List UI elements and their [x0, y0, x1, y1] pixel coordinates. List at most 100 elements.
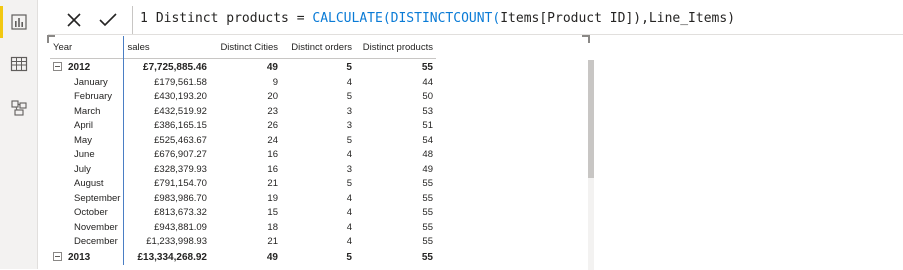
distinct-cities-cell: 49 — [266, 251, 278, 263]
distinct-products-cell: 55 — [421, 61, 433, 73]
report-view-button[interactable] — [0, 4, 37, 40]
distinct-cities-cell: 16 — [209, 147, 281, 162]
commit-formula-button[interactable] — [94, 6, 122, 34]
year-label: 2013 — [50, 249, 125, 265]
column-header-distinct-orders[interactable]: Distinct orders — [281, 36, 355, 59]
visual-corner-handle[interactable] — [582, 35, 590, 43]
collapse-icon[interactable] — [53, 62, 62, 72]
distinct-products-cell: 44 — [422, 76, 433, 88]
matrix-visual[interactable]: Year sales Distinct Cities Distinct orde… — [47, 35, 596, 270]
distinct-orders-cell: 5 — [346, 134, 352, 146]
sales-cell: £1,233,998.93 — [123, 234, 210, 249]
distinct-products-cell: 55 — [422, 221, 433, 233]
distinct-cities-cell: 21 — [209, 234, 281, 249]
sales-cell: £7,725,885.46 — [143, 61, 207, 73]
collapse-icon[interactable] — [53, 252, 62, 262]
distinct-products-cell: 48 — [354, 147, 436, 162]
distinct-cities-cell: 21 — [209, 176, 281, 191]
table-row[interactable]: November £943,881.09 18 4 55 — [50, 220, 436, 235]
sales-cell: £386,165.15 — [123, 118, 210, 133]
table-row[interactable]: July £328,379.93 16 3 49 — [50, 162, 436, 177]
formula-separator — [132, 6, 133, 34]
distinct-cities-cell: 23 — [267, 105, 278, 117]
table-row[interactable]: April £386,165.15 26 3 51 — [50, 118, 436, 133]
distinct-products-cell: 55 — [422, 192, 433, 204]
distinct-products-cell: 54 — [422, 134, 433, 146]
distinct-products-cell: 50 — [354, 89, 436, 104]
distinct-orders-cell: 5 — [346, 61, 352, 73]
distinct-orders-cell: 5 — [346, 251, 352, 263]
distinct-products-cell: 55 — [354, 234, 436, 249]
table-total-row[interactable]: 2013 £13,334,268.92 49 5 55 — [50, 249, 436, 265]
close-icon — [67, 13, 81, 27]
formula-bar: 1 Distinct products = CALCULATE(DISTINCTC… — [48, 6, 903, 35]
distinct-cities-cell: 16 — [267, 163, 278, 175]
month-label: February — [50, 89, 125, 104]
column-header-distinct-products[interactable]: Distinct products — [355, 36, 436, 59]
sales-cell: £983,986.70 — [154, 192, 207, 204]
vertical-scrollbar[interactable] — [588, 60, 594, 270]
year-label: 2012 — [50, 58, 125, 75]
table-body: 2012 £7,725,885.46 49 5 55 January £179,561.58… — [50, 58, 436, 265]
distinct-cities-cell: 26 — [209, 118, 281, 133]
month-label: April — [50, 118, 125, 133]
distinct-orders-cell: 5 — [280, 176, 355, 191]
table-row[interactable]: February £430,193.20 20 5 50 — [50, 89, 436, 104]
month-label: May — [50, 133, 125, 148]
month-label: July — [50, 162, 125, 177]
table-row[interactable]: October £813,673.32 15 4 55 — [50, 205, 436, 220]
model-view-button[interactable] — [0, 90, 37, 126]
data-view-icon — [10, 56, 27, 72]
year-text: 2012 — [68, 61, 91, 73]
column-header-sales[interactable]: sales — [124, 36, 210, 59]
distinct-orders-cell: 4 — [346, 192, 352, 204]
distinct-products-cell: 51 — [354, 118, 436, 133]
sales-cell: £430,193.20 — [123, 89, 210, 104]
formula-input[interactable]: 1 Distinct products = CALCULATE(DISTINCTC… — [140, 11, 735, 26]
month-label: March — [50, 104, 125, 119]
table-row[interactable]: June £676,907.27 16 4 48 — [50, 147, 436, 162]
distinct-orders-cell: 4 — [280, 205, 355, 220]
month-label: August — [50, 176, 125, 191]
distinct-cities-cell: 18 — [267, 221, 278, 233]
month-label: October — [50, 205, 125, 220]
sales-cell: £943,881.09 — [154, 221, 207, 233]
table-row[interactable]: August £791,154.70 21 5 55 — [50, 176, 436, 191]
distinct-cities-cell: 49 — [266, 61, 278, 73]
table-row[interactable]: December £1,233,998.93 21 4 55 — [50, 234, 436, 249]
cancel-formula-button[interactable] — [60, 6, 88, 34]
table-row[interactable]: September £983,986.70 19 4 55 — [50, 191, 436, 206]
distinct-products-cell: 49 — [422, 163, 433, 175]
column-header-year[interactable]: Year — [50, 36, 125, 59]
distinct-orders-cell: 4 — [346, 221, 352, 233]
month-label: June — [50, 147, 125, 162]
column-header-distinct-cities[interactable]: Distinct Cities — [210, 36, 281, 59]
formula-line-number: 1 — [140, 11, 148, 26]
sales-cell: £328,379.93 — [154, 163, 207, 175]
distinct-cities-cell: 19 — [267, 192, 278, 204]
data-view-button[interactable] — [0, 46, 37, 82]
scrollbar-thumb[interactable] — [588, 60, 594, 178]
distinct-orders-cell: 4 — [346, 76, 352, 88]
distinct-orders-cell: 3 — [280, 118, 355, 133]
report-view-icon — [10, 14, 27, 30]
data-table: Year sales Distinct Cities Distinct orde… — [50, 36, 436, 265]
month-label: November — [50, 220, 125, 235]
distinct-cities-cell: 15 — [209, 205, 281, 220]
sales-cell: £813,673.32 — [123, 205, 210, 220]
formula-text-suffix: Items[Product ID]),Line_Items) — [500, 11, 736, 26]
distinct-orders-cell: 3 — [346, 105, 352, 117]
table-row[interactable]: May £525,463.67 24 5 54 — [50, 133, 436, 148]
table-total-row[interactable]: 2012 £7,725,885.46 49 5 55 — [50, 58, 436, 75]
distinct-products-cell: 53 — [422, 105, 433, 117]
distinct-cities-cell: 20 — [209, 89, 281, 104]
month-label: September — [50, 191, 125, 206]
checkmark-icon — [99, 13, 117, 27]
formula-text-prefix: Distinct products = — [155, 11, 313, 26]
table-row[interactable]: January £179,561.58 9 4 44 — [50, 75, 436, 90]
table-row[interactable]: March £432,519.92 23 3 53 — [50, 104, 436, 119]
model-view-icon — [10, 100, 27, 116]
distinct-orders-cell: 4 — [280, 147, 355, 162]
distinct-cities-cell: 24 — [267, 134, 278, 146]
distinct-cities-cell: 9 — [272, 76, 278, 88]
